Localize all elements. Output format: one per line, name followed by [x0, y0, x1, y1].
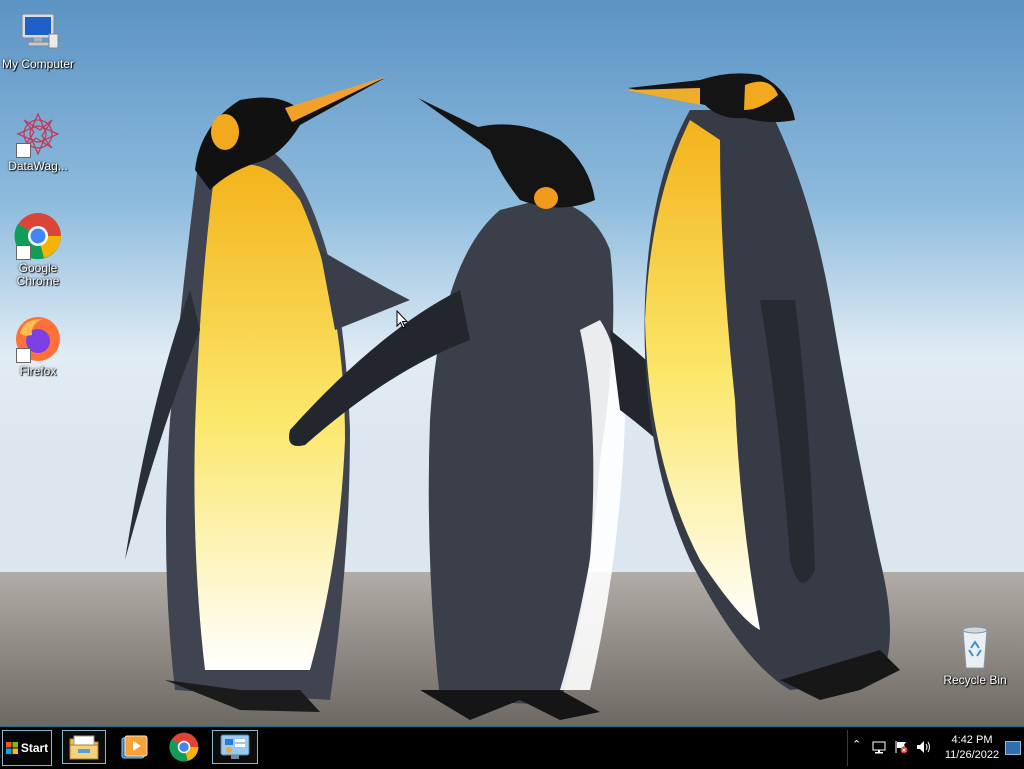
- icon-label: Google Chrome: [16, 261, 60, 288]
- shortcut-arrow-icon: [16, 143, 31, 158]
- system-tray: ⌃ 4:42 PM 11/26/2022: [847, 730, 1024, 766]
- taskbar-control-panel[interactable]: [212, 730, 258, 764]
- network-icon[interactable]: [872, 740, 886, 754]
- clock[interactable]: 4:42 PM 11/26/2022: [940, 733, 1004, 763]
- icon-label: DataWag...: [8, 159, 68, 173]
- taskbar-chrome[interactable]: [162, 730, 206, 764]
- icon-label: Recycle Bin: [943, 673, 1007, 687]
- taskbar-file-explorer[interactable]: [62, 730, 106, 764]
- desktop-icon-datawagon[interactable]: DataWag...: [0, 110, 76, 173]
- chrome-icon: [14, 212, 62, 260]
- media-player-icon: [121, 735, 148, 759]
- volume-icon[interactable]: [916, 740, 932, 754]
- icon-label: Firefox: [19, 364, 57, 378]
- file-explorer-icon: [69, 735, 99, 760]
- show-hidden-icons-icon[interactable]: ⌃: [852, 738, 861, 751]
- wallpaper-penguins: [0, 0, 1024, 726]
- taskbar: Start ⌃ 4:42 PM 11/26/2022: [0, 726, 1024, 769]
- recycle-bin-icon: [951, 624, 999, 672]
- action-center-flag-icon[interactable]: [894, 740, 908, 754]
- windows-logo-icon: [5, 742, 18, 754]
- desktop-icon-recycle-bin[interactable]: Recycle Bin: [937, 624, 1013, 687]
- control-panel-icon: [220, 734, 250, 759]
- desktop[interactable]: My Computer DataWag... Google Chrome Fir…: [0, 0, 1024, 726]
- start-button[interactable]: Start: [2, 730, 52, 766]
- chrome-icon: [169, 732, 199, 762]
- datawagon-icon: [14, 110, 62, 158]
- desktop-icon-my-computer[interactable]: My Computer: [0, 8, 76, 71]
- mouse-cursor-icon: [396, 309, 409, 334]
- clock-date: 11/26/2022: [944, 749, 1000, 761]
- show-desktop-button[interactable]: [1005, 741, 1021, 755]
- desktop-icon-google-chrome[interactable]: Google Chrome: [0, 212, 76, 288]
- firefox-icon: [14, 315, 62, 363]
- desktop-icon-firefox[interactable]: Firefox: [0, 315, 76, 378]
- taskbar-media-player[interactable]: [112, 730, 156, 764]
- icon-label: My Computer: [1, 57, 75, 71]
- clock-time: 4:42 PM: [951, 734, 993, 746]
- start-label: Start: [20, 741, 49, 755]
- shortcut-arrow-icon: [16, 245, 31, 260]
- computer-icon: [14, 8, 62, 56]
- shortcut-arrow-icon: [16, 348, 31, 363]
